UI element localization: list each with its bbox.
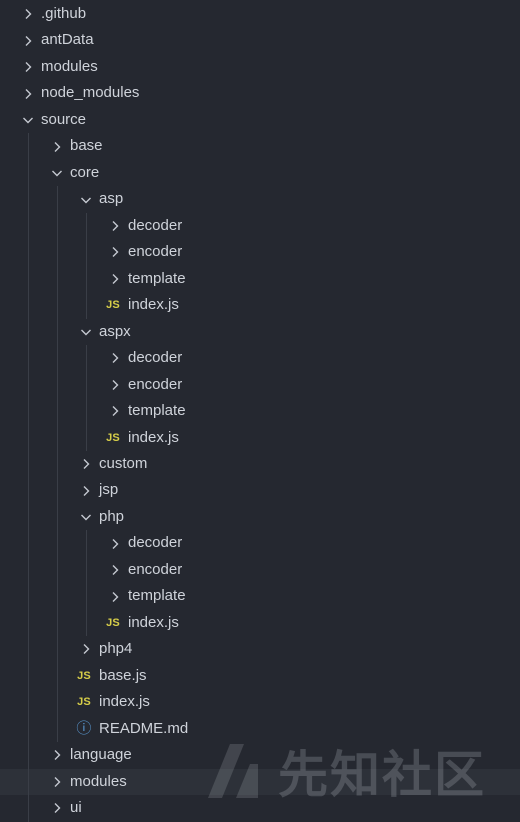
tree-item-label: template — [128, 402, 186, 420]
tree-item-label: README.md — [99, 719, 189, 737]
chevron-right-icon[interactable] — [21, 80, 35, 106]
tree-folder-core[interactable]: core — [0, 160, 520, 186]
javascript-file-icon: JS — [106, 431, 120, 444]
tree-item-label: modules — [70, 772, 127, 790]
tree-folder-source[interactable]: source — [0, 107, 520, 133]
tree-folder-language[interactable]: language — [0, 742, 520, 768]
tree-folder-modules[interactable]: modules — [0, 768, 520, 796]
tree-item-label: core — [70, 163, 100, 181]
tree-item-label: index.js — [99, 693, 150, 711]
chevron-right-icon[interactable] — [108, 266, 122, 292]
tree-file-index-js[interactable]: JS index.js — [0, 425, 520, 451]
tree-item-label: encoder — [128, 560, 183, 578]
tree-item-label: node_modules — [41, 84, 140, 102]
tree-file-index-js[interactable]: JS index.js — [0, 689, 520, 715]
tree-folder-encoder[interactable]: encoder — [0, 239, 520, 265]
tree-folder-github[interactable]: .github — [0, 1, 520, 27]
tree-item-label: index.js — [128, 613, 179, 631]
tree-item-label: decoder — [128, 534, 183, 552]
tree-folder-asp[interactable]: asp — [0, 186, 520, 212]
tree-folder-antdata[interactable]: antData — [0, 27, 520, 53]
chevron-right-icon[interactable] — [79, 636, 93, 662]
tree-folder-ui[interactable]: ui — [0, 795, 520, 821]
tree-folder-template[interactable]: template — [0, 266, 520, 292]
tree-item-label: decoder — [128, 349, 183, 367]
chevron-right-icon[interactable] — [21, 1, 35, 27]
tree-item-label: index.js — [128, 428, 179, 446]
chevron-right-icon[interactable] — [50, 769, 64, 795]
tree-folder-php4[interactable]: php4 — [0, 636, 520, 662]
tree-folder-modules[interactable]: modules — [0, 54, 520, 80]
tree-item-label: template — [128, 587, 186, 605]
chevron-right-icon[interactable] — [108, 398, 122, 424]
indent-guide — [86, 530, 87, 637]
chevron-right-icon[interactable] — [108, 530, 122, 556]
javascript-file-icon: JS — [106, 616, 120, 629]
tree-item-label: encoder — [128, 243, 183, 261]
chevron-down-icon[interactable] — [79, 504, 93, 530]
indent-guide — [57, 186, 58, 743]
tree-folder-jsp[interactable]: jsp — [0, 477, 520, 503]
chevron-down-icon[interactable] — [79, 319, 93, 345]
chevron-down-icon[interactable] — [21, 107, 35, 133]
tree-item-label: index.js — [128, 296, 179, 314]
tree-folder-php[interactable]: php — [0, 504, 520, 530]
indent-guide — [28, 133, 29, 822]
tree-item-label: .github — [41, 5, 87, 22]
tree-folder-decoder[interactable]: decoder — [0, 345, 520, 371]
chevron-right-icon[interactable] — [108, 557, 122, 583]
tree-folder-aspx[interactable]: aspx — [0, 319, 520, 345]
javascript-file-icon: JS — [77, 696, 91, 709]
tree-item-label: language — [70, 746, 132, 764]
chevron-right-icon[interactable] — [79, 451, 93, 477]
chevron-right-icon[interactable] — [50, 133, 64, 159]
chevron-right-icon[interactable] — [108, 583, 122, 609]
tree-item-label: php — [99, 507, 125, 525]
chevron-down-icon[interactable] — [79, 186, 93, 212]
tree-item-label: decoder — [128, 216, 183, 234]
chevron-right-icon[interactable] — [21, 27, 35, 53]
tree-folder-decoder[interactable]: decoder — [0, 213, 520, 239]
info-icon: ⓘ — [76, 719, 92, 737]
tree-folder-template[interactable]: template — [0, 583, 520, 609]
tree-item-label: antData — [41, 31, 94, 49]
chevron-right-icon[interactable] — [50, 742, 64, 768]
tree-file-readme-md[interactable]: ⓘ README.md — [0, 716, 520, 742]
tree-item-label: source — [41, 110, 87, 128]
chevron-right-icon[interactable] — [108, 345, 122, 371]
tree-file-index-js[interactable]: JS index.js — [0, 292, 520, 318]
tree-folder-encoder[interactable]: encoder — [0, 372, 520, 398]
tree-item-label: encoder — [128, 375, 183, 393]
chevron-right-icon[interactable] — [50, 795, 64, 821]
tree-folder-custom[interactable]: custom — [0, 451, 520, 477]
tree-file-base-js[interactable]: JS base.js — [0, 663, 520, 689]
tree-item-label: custom — [99, 454, 148, 472]
chevron-right-icon[interactable] — [108, 372, 122, 398]
tree-item-label: base — [70, 137, 103, 155]
chevron-down-icon[interactable] — [50, 160, 64, 186]
tree-item-label: php4 — [99, 640, 133, 658]
javascript-file-icon: JS — [106, 299, 120, 312]
tree-folder-encoder[interactable]: encoder — [0, 557, 520, 583]
tree-item-label: base.js — [99, 666, 147, 684]
chevron-right-icon[interactable] — [21, 54, 35, 80]
file-explorer-tree: .github antData modules node_modulessource b… — [0, 1, 520, 822]
tree-file-index-js[interactable]: JS index.js — [0, 610, 520, 636]
chevron-right-icon[interactable] — [79, 477, 93, 503]
indent-guide — [86, 345, 87, 451]
tree-item-label: template — [128, 269, 186, 287]
tree-item-label: ui — [70, 799, 82, 817]
tree-folder-decoder[interactable]: decoder — [0, 530, 520, 556]
javascript-file-icon: JS — [77, 669, 91, 682]
tree-folder-base[interactable]: base — [0, 133, 520, 159]
chevron-right-icon[interactable] — [108, 239, 122, 265]
tree-item-label: aspx — [99, 322, 131, 340]
chevron-right-icon[interactable] — [108, 213, 122, 239]
indent-guide — [86, 212, 87, 319]
tree-folder-template[interactable]: template — [0, 398, 520, 424]
tree-item-label: jsp — [99, 481, 119, 499]
tree-item-label: modules — [41, 57, 98, 75]
tree-item-label: asp — [99, 190, 124, 208]
tree-folder-node-modules[interactable]: node_modules — [0, 80, 520, 106]
